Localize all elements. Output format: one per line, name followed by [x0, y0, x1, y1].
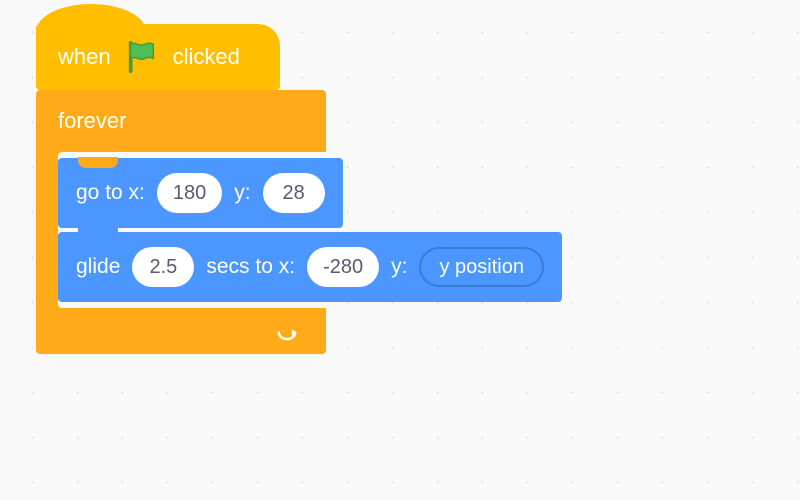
glide-x-input[interactable]: -280 [307, 247, 379, 287]
notch [78, 157, 118, 168]
notch [78, 231, 118, 242]
forever-footer [36, 308, 326, 354]
y-position-reporter[interactable]: y position [419, 247, 544, 287]
script-stack: when clicked forever go to x: 180 y: 28 … [36, 24, 326, 354]
glide-secs-input[interactable]: 2.5 [132, 247, 194, 287]
hat-suffix-label: clicked [173, 44, 240, 70]
glide-label-secs-to-x: secs to x: [206, 255, 295, 279]
goto-x-input[interactable]: 180 [157, 173, 222, 213]
goto-y-input[interactable]: 28 [263, 173, 325, 213]
hat-prefix-label: when [58, 44, 111, 70]
goto-label-y: y: [234, 181, 250, 205]
go-to-xy-block[interactable]: go to x: 180 y: 28 [58, 158, 343, 228]
green-flag-icon [125, 40, 159, 74]
when-flag-clicked-block[interactable]: when clicked [36, 24, 280, 90]
forever-body: go to x: 180 y: 28 glide 2.5 secs to x: … [58, 152, 326, 308]
glide-to-xy-block[interactable]: glide 2.5 secs to x: -280 y: y position [58, 232, 562, 302]
forever-block[interactable]: forever go to x: 180 y: 28 glide 2.5 sec… [36, 90, 326, 354]
glide-label: glide [76, 255, 120, 279]
glide-label-y: y: [391, 255, 407, 279]
goto-label-x: go to x: [76, 181, 145, 205]
forever-header: forever [36, 90, 326, 152]
loop-arrow-icon [274, 321, 300, 341]
forever-label: forever [58, 108, 126, 134]
